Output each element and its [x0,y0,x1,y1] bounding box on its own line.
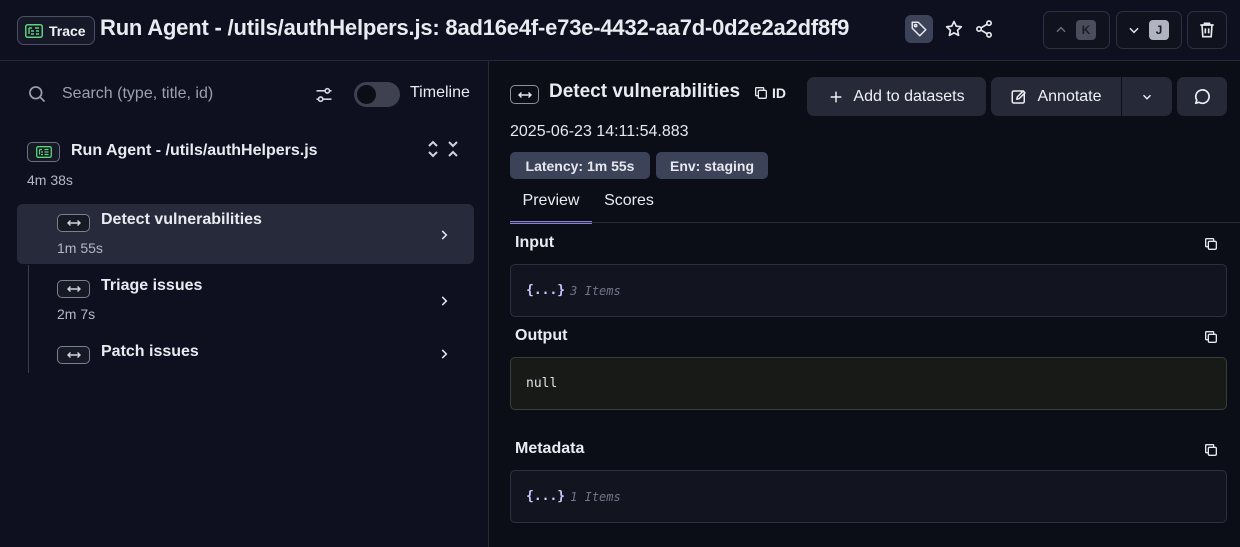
sliders-icon [316,87,332,103]
search-icon [27,84,47,109]
input-section-label: Input [515,234,555,251]
copy-icon [755,87,767,99]
annotate-dropdown-button[interactable] [1122,77,1172,116]
root-trace-title: Run Agent - /utils/authHelpers.js [71,142,318,159]
trace-type-chip: Trace [17,16,95,45]
chevron-down-icon [1143,94,1151,100]
chevron-right-icon [436,346,452,362]
span-row-patch-issues[interactable]: Patch issues [17,336,474,376]
chevron-down-icon [1129,27,1139,34]
chevron-right-icon [436,293,452,309]
shortcut-key-j: J [1149,20,1169,40]
copy-input-button[interactable] [1202,235,1220,253]
json-collapsed-brace[interactable]: {...} [526,283,565,298]
span-icon [510,85,539,104]
id-label: ID [772,85,786,101]
root-trace-duration: 4m 38s [27,172,73,188]
metadata-section-label: Metadata [515,440,585,457]
previous-trace-button[interactable]: K [1043,11,1110,49]
output-section-label: Output [515,327,568,344]
trace-root-node[interactable]: Run Agent - /utils/authHelpers.js 4m 38s [27,140,467,191]
timeline-toggle-knob [357,85,376,104]
span-icon [57,280,90,298]
span-duration: 1m 55s [57,240,103,256]
page-title: Run Agent - /utils/authHelpers.js: 8ad16… [100,15,850,40]
trace-tree-panel: Timeline Run Agent - /utils/authHelpers.… [0,61,489,547]
timeline-label: Timeline [410,84,470,101]
observation-title: Detect vulnerabilities [549,81,741,102]
comment-icon [1194,88,1210,104]
search-input[interactable] [62,83,292,105]
json-items-count: 3 Items [570,283,621,298]
copy-metadata-button[interactable] [1202,441,1220,459]
chevron-up-icon [1056,26,1066,33]
annotate-label: Annotate [1037,87,1102,105]
json-collapsed-brace[interactable]: {...} [526,489,565,504]
tag-icon [911,21,927,37]
observation-timestamp: 2025-06-23 14:11:54.883 [510,123,689,140]
next-trace-button[interactable]: J [1116,11,1182,49]
span-icon [57,214,90,232]
json-items-count: 1 Items [570,489,621,504]
plus-icon [831,91,842,102]
collapse-all-button[interactable] [445,137,461,161]
trace-chip-label: Trace [49,22,86,39]
star-button[interactable] [940,15,968,43]
span-row-triage-issues[interactable]: Triage issues 2m 7s [17,270,474,330]
latency-badge: Latency: 1m 55s [510,152,650,179]
span-icon [57,346,90,364]
edit-icon [1011,89,1027,104]
chevrons-up-down-icon [428,140,438,158]
add-to-datasets-button[interactable]: Add to datasets [807,77,986,116]
comments-button[interactable] [1177,77,1227,116]
delete-trace-button[interactable] [1187,11,1227,49]
shortcut-key-k: K [1076,20,1096,40]
tab-scores[interactable]: Scores [596,191,662,223]
filter-button[interactable] [312,83,336,107]
share-button[interactable] [970,15,998,43]
tag-button[interactable] [905,15,933,43]
copy-id-button[interactable]: ID [753,83,786,103]
copy-output-button[interactable] [1202,328,1220,346]
copy-icon [1205,238,1217,250]
chevrons-down-up-icon [448,141,458,157]
copy-icon [1205,331,1217,343]
tab-preview[interactable]: Preview [510,191,592,224]
span-row-detect-vulnerabilities[interactable]: Detect vulnerabilities 1m 55s [17,204,474,264]
timeline-toggle[interactable] [354,82,400,107]
trace-header: Trace Run Agent - /utils/authHelpers.js:… [0,0,1240,61]
trace-icon [25,23,43,38]
span-duration: 2m 7s [57,306,96,322]
add-to-datasets-label: Add to datasets [853,87,965,105]
output-value: null [526,376,558,391]
span-name: Detect vulnerabilities [101,211,262,228]
annotate-button[interactable]: Annotate [991,77,1121,116]
copy-icon [1205,444,1217,456]
expand-all-button[interactable] [425,137,441,161]
trash-icon [1200,22,1214,38]
output-json-viewer[interactable]: null [510,357,1227,410]
span-name: Triage issues [101,277,203,294]
observation-detail-panel: Detect vulnerabilities ID Add to dataset… [490,61,1240,547]
star-icon [945,20,963,37]
environment-badge: Env: staging [656,152,768,179]
chevron-right-icon [436,227,452,243]
trace-icon [27,142,60,162]
share-icon [976,20,992,38]
input-json-viewer[interactable]: {...} 3 Items [510,264,1227,317]
metadata-json-viewer[interactable]: {...} 1 Items [510,470,1227,523]
span-name: Patch issues [101,343,199,360]
tabs-divider [510,222,1240,223]
